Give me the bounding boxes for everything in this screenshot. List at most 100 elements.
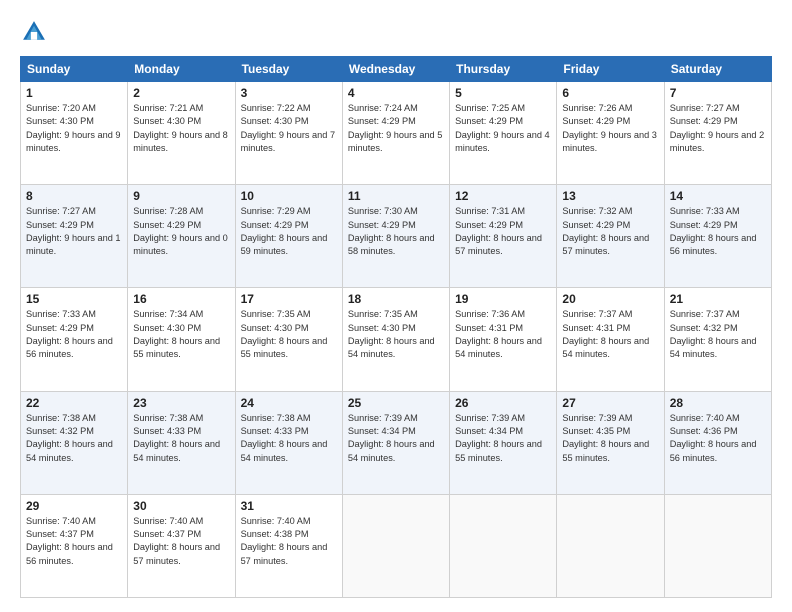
day-number: 19 — [455, 292, 551, 306]
day-number: 29 — [26, 499, 122, 513]
day-info: Sunrise: 7:37 AMSunset: 4:31 PMDaylight:… — [562, 309, 649, 359]
day-number: 5 — [455, 86, 551, 100]
day-info: Sunrise: 7:27 AMSunset: 4:29 PMDaylight:… — [26, 206, 121, 256]
day-info: Sunrise: 7:39 AMSunset: 4:35 PMDaylight:… — [562, 413, 649, 463]
calendar-week-row: 8 Sunrise: 7:27 AMSunset: 4:29 PMDayligh… — [21, 185, 772, 288]
day-info: Sunrise: 7:40 AMSunset: 4:37 PMDaylight:… — [133, 516, 220, 566]
calendar-cell: 22 Sunrise: 7:38 AMSunset: 4:32 PMDaylig… — [21, 391, 128, 494]
calendar-cell — [450, 494, 557, 597]
day-number: 2 — [133, 86, 229, 100]
logo — [20, 18, 52, 46]
calendar-cell: 9 Sunrise: 7:28 AMSunset: 4:29 PMDayligh… — [128, 185, 235, 288]
calendar-page: SundayMondayTuesdayWednesdayThursdayFrid… — [0, 0, 792, 612]
day-info: Sunrise: 7:30 AMSunset: 4:29 PMDaylight:… — [348, 206, 435, 256]
calendar-cell — [557, 494, 664, 597]
day-number: 8 — [26, 189, 122, 203]
weekday-header-thursday: Thursday — [450, 57, 557, 82]
weekday-header-tuesday: Tuesday — [235, 57, 342, 82]
logo-icon — [20, 18, 48, 46]
day-info: Sunrise: 7:33 AMSunset: 4:29 PMDaylight:… — [26, 309, 113, 359]
day-info: Sunrise: 7:40 AMSunset: 4:38 PMDaylight:… — [241, 516, 328, 566]
day-info: Sunrise: 7:22 AMSunset: 4:30 PMDaylight:… — [241, 103, 336, 153]
day-number: 18 — [348, 292, 444, 306]
calendar-cell: 26 Sunrise: 7:39 AMSunset: 4:34 PMDaylig… — [450, 391, 557, 494]
day-info: Sunrise: 7:31 AMSunset: 4:29 PMDaylight:… — [455, 206, 542, 256]
day-info: Sunrise: 7:34 AMSunset: 4:30 PMDaylight:… — [133, 309, 220, 359]
day-number: 20 — [562, 292, 658, 306]
day-info: Sunrise: 7:32 AMSunset: 4:29 PMDaylight:… — [562, 206, 649, 256]
day-number: 3 — [241, 86, 337, 100]
day-info: Sunrise: 7:27 AMSunset: 4:29 PMDaylight:… — [670, 103, 765, 153]
day-number: 25 — [348, 396, 444, 410]
day-info: Sunrise: 7:35 AMSunset: 4:30 PMDaylight:… — [241, 309, 328, 359]
calendar-cell: 15 Sunrise: 7:33 AMSunset: 4:29 PMDaylig… — [21, 288, 128, 391]
day-number: 6 — [562, 86, 658, 100]
day-number: 24 — [241, 396, 337, 410]
calendar-cell: 17 Sunrise: 7:35 AMSunset: 4:30 PMDaylig… — [235, 288, 342, 391]
calendar-cell: 2 Sunrise: 7:21 AMSunset: 4:30 PMDayligh… — [128, 82, 235, 185]
calendar-week-row: 22 Sunrise: 7:38 AMSunset: 4:32 PMDaylig… — [21, 391, 772, 494]
day-info: Sunrise: 7:37 AMSunset: 4:32 PMDaylight:… — [670, 309, 757, 359]
calendar-cell: 27 Sunrise: 7:39 AMSunset: 4:35 PMDaylig… — [557, 391, 664, 494]
day-info: Sunrise: 7:28 AMSunset: 4:29 PMDaylight:… — [133, 206, 228, 256]
day-info: Sunrise: 7:35 AMSunset: 4:30 PMDaylight:… — [348, 309, 435, 359]
calendar-cell: 21 Sunrise: 7:37 AMSunset: 4:32 PMDaylig… — [664, 288, 771, 391]
day-number: 30 — [133, 499, 229, 513]
day-info: Sunrise: 7:38 AMSunset: 4:33 PMDaylight:… — [133, 413, 220, 463]
day-number: 17 — [241, 292, 337, 306]
day-number: 10 — [241, 189, 337, 203]
weekday-header-wednesday: Wednesday — [342, 57, 449, 82]
calendar-cell: 1 Sunrise: 7:20 AMSunset: 4:30 PMDayligh… — [21, 82, 128, 185]
calendar-cell: 4 Sunrise: 7:24 AMSunset: 4:29 PMDayligh… — [342, 82, 449, 185]
calendar-cell — [342, 494, 449, 597]
calendar-week-row: 1 Sunrise: 7:20 AMSunset: 4:30 PMDayligh… — [21, 82, 772, 185]
calendar-cell: 30 Sunrise: 7:40 AMSunset: 4:37 PMDaylig… — [128, 494, 235, 597]
day-info: Sunrise: 7:38 AMSunset: 4:33 PMDaylight:… — [241, 413, 328, 463]
calendar-cell: 3 Sunrise: 7:22 AMSunset: 4:30 PMDayligh… — [235, 82, 342, 185]
day-number: 21 — [670, 292, 766, 306]
calendar-cell: 24 Sunrise: 7:38 AMSunset: 4:33 PMDaylig… — [235, 391, 342, 494]
calendar-cell — [664, 494, 771, 597]
day-info: Sunrise: 7:40 AMSunset: 4:37 PMDaylight:… — [26, 516, 113, 566]
day-info: Sunrise: 7:21 AMSunset: 4:30 PMDaylight:… — [133, 103, 228, 153]
calendar-cell: 14 Sunrise: 7:33 AMSunset: 4:29 PMDaylig… — [664, 185, 771, 288]
calendar-cell: 28 Sunrise: 7:40 AMSunset: 4:36 PMDaylig… — [664, 391, 771, 494]
calendar-cell: 19 Sunrise: 7:36 AMSunset: 4:31 PMDaylig… — [450, 288, 557, 391]
calendar-cell: 12 Sunrise: 7:31 AMSunset: 4:29 PMDaylig… — [450, 185, 557, 288]
calendar-cell: 11 Sunrise: 7:30 AMSunset: 4:29 PMDaylig… — [342, 185, 449, 288]
calendar-cell: 13 Sunrise: 7:32 AMSunset: 4:29 PMDaylig… — [557, 185, 664, 288]
day-info: Sunrise: 7:20 AMSunset: 4:30 PMDaylight:… — [26, 103, 121, 153]
day-number: 22 — [26, 396, 122, 410]
weekday-header-saturday: Saturday — [664, 57, 771, 82]
day-number: 14 — [670, 189, 766, 203]
weekday-header-row: SundayMondayTuesdayWednesdayThursdayFrid… — [21, 57, 772, 82]
day-info: Sunrise: 7:39 AMSunset: 4:34 PMDaylight:… — [455, 413, 542, 463]
day-info: Sunrise: 7:26 AMSunset: 4:29 PMDaylight:… — [562, 103, 657, 153]
calendar-cell: 29 Sunrise: 7:40 AMSunset: 4:37 PMDaylig… — [21, 494, 128, 597]
day-number: 11 — [348, 189, 444, 203]
day-number: 23 — [133, 396, 229, 410]
calendar-cell: 7 Sunrise: 7:27 AMSunset: 4:29 PMDayligh… — [664, 82, 771, 185]
weekday-header-sunday: Sunday — [21, 57, 128, 82]
day-number: 26 — [455, 396, 551, 410]
day-number: 12 — [455, 189, 551, 203]
calendar-cell: 18 Sunrise: 7:35 AMSunset: 4:30 PMDaylig… — [342, 288, 449, 391]
calendar-cell: 23 Sunrise: 7:38 AMSunset: 4:33 PMDaylig… — [128, 391, 235, 494]
day-info: Sunrise: 7:29 AMSunset: 4:29 PMDaylight:… — [241, 206, 328, 256]
day-info: Sunrise: 7:36 AMSunset: 4:31 PMDaylight:… — [455, 309, 542, 359]
calendar-cell: 16 Sunrise: 7:34 AMSunset: 4:30 PMDaylig… — [128, 288, 235, 391]
weekday-header-friday: Friday — [557, 57, 664, 82]
day-info: Sunrise: 7:33 AMSunset: 4:29 PMDaylight:… — [670, 206, 757, 256]
day-number: 31 — [241, 499, 337, 513]
day-number: 7 — [670, 86, 766, 100]
page-header — [20, 18, 772, 46]
calendar-cell: 20 Sunrise: 7:37 AMSunset: 4:31 PMDaylig… — [557, 288, 664, 391]
calendar-week-row: 29 Sunrise: 7:40 AMSunset: 4:37 PMDaylig… — [21, 494, 772, 597]
day-info: Sunrise: 7:40 AMSunset: 4:36 PMDaylight:… — [670, 413, 757, 463]
day-number: 13 — [562, 189, 658, 203]
calendar-week-row: 15 Sunrise: 7:33 AMSunset: 4:29 PMDaylig… — [21, 288, 772, 391]
day-info: Sunrise: 7:39 AMSunset: 4:34 PMDaylight:… — [348, 413, 435, 463]
day-number: 28 — [670, 396, 766, 410]
calendar-cell: 6 Sunrise: 7:26 AMSunset: 4:29 PMDayligh… — [557, 82, 664, 185]
day-number: 4 — [348, 86, 444, 100]
